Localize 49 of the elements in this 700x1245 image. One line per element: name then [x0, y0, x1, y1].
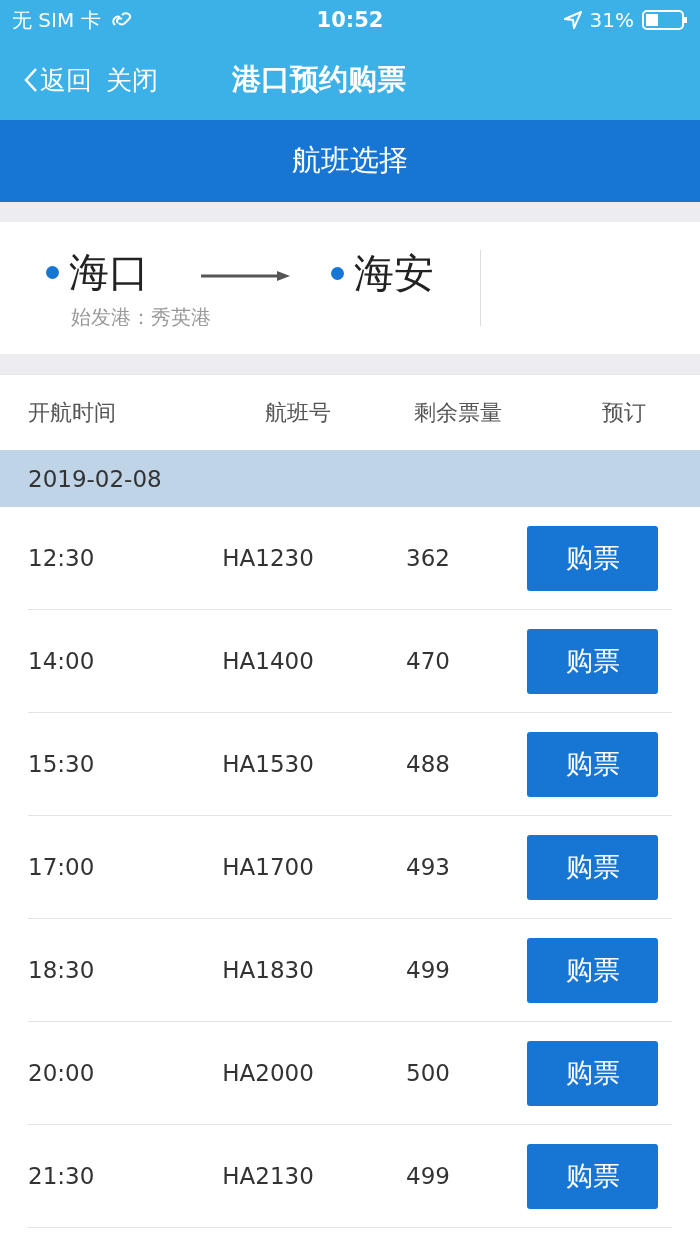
flight-number: HA2130 — [222, 1163, 314, 1189]
flight-number: HA2000 — [222, 1060, 314, 1086]
column-header: 航班号 — [265, 398, 331, 427]
flight-number: HA1530 — [222, 751, 314, 777]
battery-icon — [642, 10, 688, 30]
remaining-tickets: 362 — [406, 545, 450, 571]
origin-city: 海口 — [69, 248, 149, 297]
buy-ticket-button[interactable]: 购票 — [527, 525, 658, 591]
chevron-left-icon — [24, 67, 38, 93]
remaining-tickets: 500 — [406, 1060, 450, 1086]
remaining-tickets: 488 — [406, 751, 450, 777]
column-header: 开航时间 — [28, 398, 116, 427]
remaining-tickets: 470 — [406, 648, 450, 674]
arrow-icon — [201, 270, 291, 282]
departure-time: 21:30 — [28, 1163, 95, 1189]
departure-time: 17:00 — [28, 854, 95, 880]
buy-ticket-button[interactable]: 购票 — [527, 628, 658, 694]
departure-time: 14:00 — [28, 648, 95, 674]
buy-ticket-button[interactable]: 购票 — [527, 937, 658, 1003]
section-title: 航班选择 — [0, 120, 700, 202]
buy-ticket-button[interactable]: 购票 — [527, 1143, 658, 1209]
column-header: 剩余票量 — [414, 398, 502, 427]
departure-time: 18:30 — [28, 957, 95, 983]
close-button[interactable]: 关闭 — [106, 62, 158, 98]
remaining-tickets: 499 — [406, 957, 450, 983]
remaining-tickets: 493 — [406, 854, 450, 880]
date-header: 2019-02-08 — [0, 450, 700, 507]
page-title: 港口预约购票 — [232, 61, 406, 98]
departure-time: 15:30 — [28, 751, 95, 777]
column-header: 预订 — [602, 398, 646, 427]
flight-number: HA1230 — [222, 545, 314, 571]
departure-port: 始发港：秀英港 — [71, 304, 211, 331]
flight-number: HA1700 — [222, 854, 314, 880]
buy-ticket-button[interactable]: 购票 — [527, 834, 658, 900]
battery-percent: 31% — [589, 8, 634, 32]
clock: 10:52 — [316, 8, 384, 32]
departure-time: 20:00 — [28, 1060, 95, 1086]
flight-number: HA1400 — [222, 648, 314, 674]
location-arrow-icon — [563, 11, 582, 29]
carrier-label: 无 SIM 卡 — [12, 6, 101, 34]
departure-time: 12:30 — [28, 545, 95, 571]
buy-ticket-button[interactable]: 购票 — [527, 731, 658, 797]
origin-dot-icon — [46, 266, 59, 279]
flight-number: HA1830 — [222, 957, 314, 983]
back-button[interactable]: 返回 — [24, 62, 92, 98]
destination-dot-icon — [331, 267, 344, 280]
remaining-tickets: 499 — [406, 1163, 450, 1189]
buy-ticket-button[interactable]: 购票 — [527, 1040, 658, 1106]
destination-city: 海安 — [354, 249, 434, 298]
